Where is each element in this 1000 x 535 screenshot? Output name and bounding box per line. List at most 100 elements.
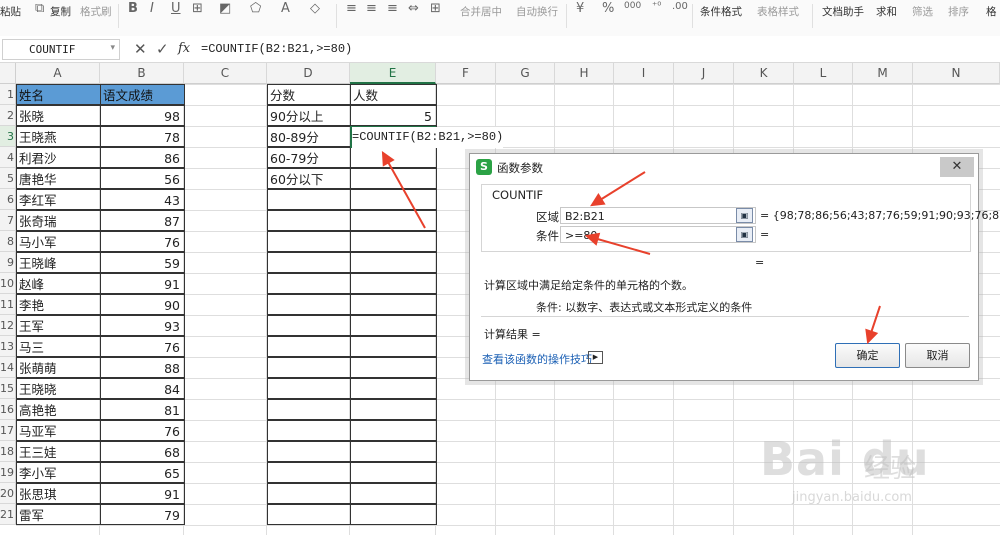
row-header-13[interactable]: 13 bbox=[0, 336, 16, 357]
row-header-14[interactable]: 14 bbox=[0, 357, 16, 378]
row-header-7[interactable]: 7 bbox=[0, 210, 16, 231]
range-label-cell[interactable] bbox=[267, 252, 351, 273]
conditional-format-button[interactable]: 条件格式 bbox=[700, 4, 742, 19]
align-top-icon[interactable]: ≡ bbox=[346, 1, 357, 16]
paste-button[interactable]: 粘贴 bbox=[0, 4, 21, 19]
range-count-cell[interactable] bbox=[350, 399, 437, 420]
table-cell-name[interactable]: 王军 bbox=[16, 315, 101, 336]
column-header-g[interactable]: G bbox=[496, 63, 555, 84]
format-painter-button[interactable]: 格式刷 bbox=[80, 4, 112, 19]
range-count-cell[interactable] bbox=[350, 294, 437, 315]
table-cell-name[interactable]: 张萌萌 bbox=[16, 357, 101, 378]
cell-b1[interactable]: 语文成绩 bbox=[100, 84, 185, 105]
range-count-cell[interactable]: 5 bbox=[350, 105, 437, 126]
copy-button[interactable]: 复制 bbox=[50, 4, 71, 19]
range-label-cell[interactable] bbox=[267, 483, 351, 504]
wrap-icon[interactable]: ⇔ bbox=[408, 1, 419, 16]
table-cell-name[interactable]: 马小军 bbox=[16, 231, 101, 252]
fill-color-icon[interactable]: ⬠ bbox=[250, 1, 261, 16]
range-count-cell[interactable] bbox=[350, 483, 437, 504]
increase-decimal-icon[interactable]: ⁺⁰ bbox=[652, 1, 661, 12]
table-cell-score[interactable]: 56 bbox=[100, 168, 185, 189]
table-cell-score[interactable]: 76 bbox=[100, 231, 185, 252]
table-cell-score[interactable]: 43 bbox=[100, 189, 185, 210]
table-cell-score[interactable]: 76 bbox=[100, 336, 185, 357]
table-cell-score[interactable]: 93 bbox=[100, 315, 185, 336]
column-header-f[interactable]: F bbox=[436, 63, 496, 84]
table-cell-name[interactable]: 马亚军 bbox=[16, 420, 101, 441]
range-label-cell[interactable] bbox=[267, 273, 351, 294]
column-header-j[interactable]: J bbox=[674, 63, 734, 84]
table-cell-name[interactable]: 高艳艳 bbox=[16, 399, 101, 420]
table-cell-score[interactable]: 87 bbox=[100, 210, 185, 231]
range-label-cell[interactable]: 60-79分 bbox=[267, 147, 351, 168]
italic-icon[interactable]: I bbox=[150, 1, 154, 16]
sum-button[interactable]: 求和 bbox=[876, 4, 897, 19]
range-label-cell[interactable] bbox=[267, 210, 351, 231]
eraser-icon[interactable]: ◇ bbox=[310, 1, 320, 16]
table-cell-score[interactable]: 78 bbox=[100, 126, 185, 147]
font-color-icon[interactable]: A bbox=[281, 1, 290, 16]
row-header-1[interactable]: 1 bbox=[0, 84, 16, 105]
range-label-cell[interactable] bbox=[267, 231, 351, 252]
column-header-c[interactable]: C bbox=[184, 63, 267, 84]
range-count-cell[interactable] bbox=[350, 168, 437, 189]
range-input[interactable]: B2:B21 bbox=[560, 207, 756, 224]
table-cell-name[interactable]: 王晓峰 bbox=[16, 252, 101, 273]
formula-input[interactable]: =COUNTIF(B2:B21,>=80) bbox=[201, 42, 352, 56]
table-cell-name[interactable]: 唐艳华 bbox=[16, 168, 101, 189]
table-cell-name[interactable]: 雷军 bbox=[16, 504, 101, 525]
row-header-9[interactable]: 9 bbox=[0, 252, 16, 273]
table-cell-score[interactable]: 68 bbox=[100, 441, 185, 462]
table-cell-name[interactable]: 马三 bbox=[16, 336, 101, 357]
underline-icon[interactable]: U bbox=[171, 1, 181, 16]
filter-button[interactable]: 筛选 bbox=[912, 4, 933, 19]
table-cell-score[interactable]: 88 bbox=[100, 357, 185, 378]
table-cell-score[interactable]: 98 bbox=[100, 105, 185, 126]
cell-d1[interactable]: 分数 bbox=[267, 84, 351, 105]
cell-editing-text[interactable]: =COUNTIF(B2:B21,>=80) bbox=[352, 127, 504, 148]
range-count-cell[interactable] bbox=[350, 315, 437, 336]
range-count-cell[interactable] bbox=[350, 210, 437, 231]
row-header-17[interactable]: 17 bbox=[0, 420, 16, 441]
criteria-input[interactable]: >=80 bbox=[560, 226, 756, 243]
auto-wrap-button[interactable]: 自动换行 bbox=[516, 4, 558, 19]
column-header-d[interactable]: D bbox=[267, 63, 350, 84]
collapse-criteria-icon[interactable]: ▣ bbox=[736, 227, 753, 242]
range-count-cell[interactable] bbox=[350, 504, 437, 525]
row-header-19[interactable]: 19 bbox=[0, 462, 16, 483]
range-count-cell[interactable] bbox=[350, 420, 437, 441]
range-label-cell[interactable] bbox=[267, 441, 351, 462]
range-count-cell[interactable] bbox=[350, 231, 437, 252]
border-icon[interactable]: ⊞ bbox=[192, 1, 203, 16]
table-cell-name[interactable]: 张晓 bbox=[16, 105, 101, 126]
table-cell-name[interactable]: 李艳 bbox=[16, 294, 101, 315]
column-header-l[interactable]: L bbox=[794, 63, 853, 84]
range-label-cell[interactable] bbox=[267, 294, 351, 315]
table-cell-name[interactable]: 王晓晓 bbox=[16, 378, 101, 399]
chevron-down-icon[interactable]: ▾ bbox=[110, 43, 115, 53]
sort-button[interactable]: 排序 bbox=[948, 4, 969, 19]
range-label-cell[interactable] bbox=[267, 189, 351, 210]
cancel-button[interactable]: 取消 bbox=[905, 343, 970, 368]
row-header-20[interactable]: 20 bbox=[0, 483, 16, 504]
table-cell-score[interactable]: 86 bbox=[100, 147, 185, 168]
range-count-cell[interactable] bbox=[350, 336, 437, 357]
select-all-corner[interactable] bbox=[0, 63, 16, 84]
row-header-6[interactable]: 6 bbox=[0, 189, 16, 210]
row-header-8[interactable]: 8 bbox=[0, 231, 16, 252]
range-count-cell[interactable] bbox=[350, 252, 437, 273]
range-label-cell[interactable]: 90分以上 bbox=[267, 105, 351, 126]
percent-icon[interactable]: % bbox=[602, 1, 614, 16]
table-cell-name[interactable]: 李小军 bbox=[16, 462, 101, 483]
confirm-icon[interactable]: ✓ bbox=[156, 40, 169, 58]
row-header-16[interactable]: 16 bbox=[0, 399, 16, 420]
merge-icon[interactable]: ⊞ bbox=[430, 1, 441, 16]
table-cell-name[interactable]: 赵峰 bbox=[16, 273, 101, 294]
table-cell-score[interactable]: 65 bbox=[100, 462, 185, 483]
row-header-11[interactable]: 11 bbox=[0, 294, 16, 315]
table-cell-name[interactable]: 张奇瑞 bbox=[16, 210, 101, 231]
range-label-cell[interactable] bbox=[267, 462, 351, 483]
range-count-cell[interactable] bbox=[350, 378, 437, 399]
range-label-cell[interactable] bbox=[267, 504, 351, 525]
